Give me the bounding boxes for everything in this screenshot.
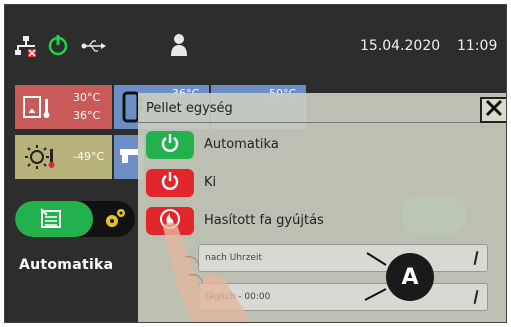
callout-marker: A — [386, 253, 434, 301]
device-screen: 15.04.2020 11:09 30°C 36°C 36°C 50°C — [4, 4, 507, 323]
